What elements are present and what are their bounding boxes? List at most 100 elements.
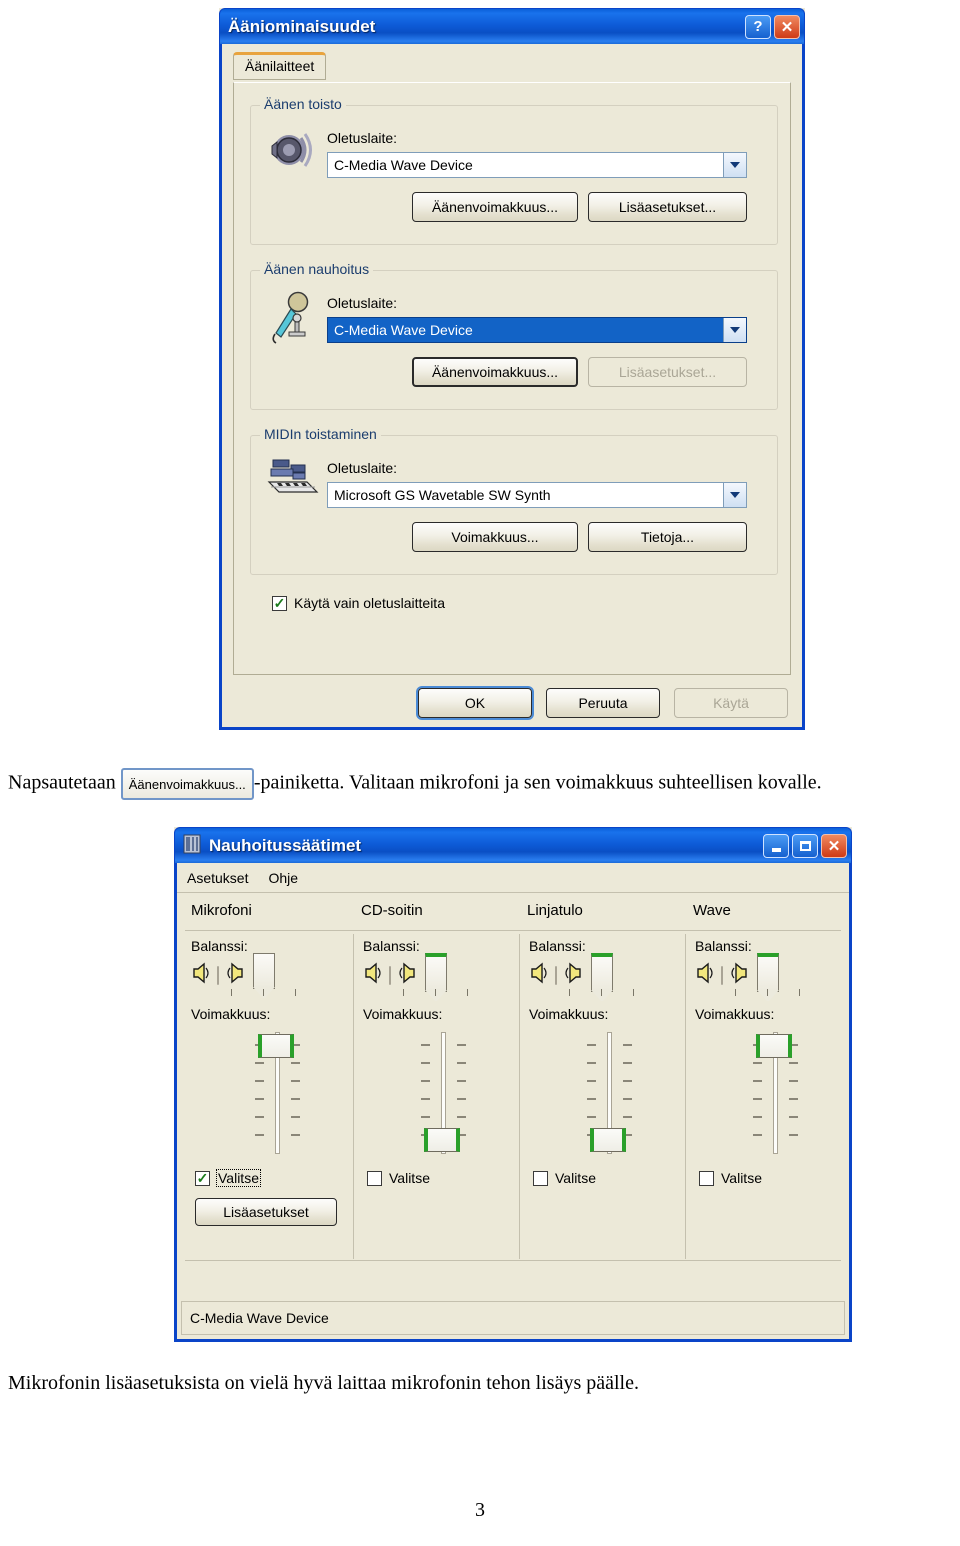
volume-tick [623, 1116, 632, 1118]
balance-tick [403, 988, 404, 996]
menu-item-settings[interactable]: Asetukset [187, 870, 248, 886]
volume-tick [623, 1098, 632, 1100]
playback-device-value: C-Media Wave Device [334, 157, 473, 173]
midi-about-button[interactable]: Tietoja... [588, 522, 747, 552]
ok-button[interactable]: OK [418, 688, 532, 718]
channel-select-checkbox-0[interactable]: ✓ Valitse [195, 1169, 261, 1187]
tab-audio-devices[interactable]: Äänilaitteet [233, 52, 327, 80]
balance-slider[interactable] [363, 952, 468, 1001]
volume-thumb[interactable] [590, 1128, 626, 1152]
checkbox-box[interactable] [533, 1170, 548, 1186]
volume-thumb[interactable] [756, 1034, 792, 1058]
balance-tick [467, 988, 468, 996]
use-only-default-devices-checkbox[interactable]: ✓ Käytä vain oletuslaitteita [272, 595, 445, 611]
page-number: 3 [0, 1499, 960, 1522]
titlebar-button-group: ? ✕ [745, 14, 800, 39]
midi-volume-button[interactable]: Voimakkuus... [412, 522, 578, 552]
channel-header-0: Mikrofoni [191, 902, 252, 919]
column-separator [519, 934, 520, 1259]
midi-device-value: Microsoft GS Wavetable SW Synth [334, 487, 551, 503]
volume-tick [789, 1116, 798, 1118]
channel-select-checkbox-3[interactable]: Valitse [699, 1170, 762, 1186]
checkbox-box[interactable] [367, 1170, 382, 1186]
help-icon[interactable]: ? [745, 14, 771, 39]
volume-tick [291, 1062, 300, 1064]
dialog-title: Ääniominaisuudet [228, 16, 376, 36]
volume-slider[interactable] [247, 1032, 307, 1154]
mixer-advanced-button[interactable]: Lisäasetukset [195, 1198, 337, 1226]
close-icon[interactable]: ✕ [821, 833, 847, 858]
checkbox-box[interactable] [699, 1170, 714, 1186]
mixer-titlebar[interactable]: Nauhoitussäätimet ✕ [174, 827, 852, 863]
balance-thumb[interactable] [591, 952, 613, 1001]
volume-tick [255, 1098, 264, 1100]
dialog-titlebar[interactable]: Ääniominaisuudet ? ✕ [219, 8, 805, 44]
maximize-icon[interactable] [792, 833, 818, 858]
sound-properties-dialog: Ääniominaisuudet ? ✕ Äänilaitteet Äänen … [219, 8, 805, 730]
channel-header-1: CD-soitin [361, 902, 423, 919]
mixer-menubar: Asetukset Ohje [177, 863, 849, 893]
paragraph-one-after: -painiketta. Valitaan mikrofoni ja sen v… [253, 771, 822, 794]
column-separator [353, 934, 354, 1259]
playback-device-combo[interactable]: C-Media Wave Device [327, 152, 747, 178]
balance-tick [263, 988, 264, 996]
menu-item-help[interactable]: Ohje [268, 870, 298, 886]
volume-tick [457, 1116, 466, 1118]
recording-advanced-button: Lisäasetukset... [588, 357, 747, 387]
channel-select-checkbox-1[interactable]: Valitse [367, 1170, 430, 1186]
chevron-down-icon[interactable] [723, 483, 746, 507]
close-icon[interactable]: ✕ [774, 14, 800, 39]
inline-volume-button: Äänenvoimakkuus... [120, 768, 254, 800]
recording-volume-button[interactable]: Äänenvoimakkuus... [412, 357, 578, 387]
header-divider [185, 930, 841, 931]
playback-volume-button[interactable]: Äänenvoimakkuus... [412, 192, 578, 222]
volume-tick [457, 1044, 466, 1046]
balance-label: Balanssi: [695, 938, 752, 954]
balance-thumb[interactable] [253, 952, 275, 998]
balance-track[interactable] [555, 965, 557, 985]
balance-tick [601, 988, 602, 996]
midi-device-combo[interactable]: Microsoft GS Wavetable SW Synth [327, 482, 747, 508]
recording-device-combo[interactable]: C-Media Wave Device [327, 317, 747, 343]
volume-slider[interactable] [413, 1032, 473, 1154]
volume-thumb[interactable] [258, 1034, 294, 1058]
volume-tick [421, 1080, 430, 1082]
mixer-icon [183, 834, 201, 859]
balance-thumb[interactable] [425, 952, 447, 1001]
column-separator [685, 934, 686, 1259]
volume-tick [587, 1098, 596, 1100]
volume-tick [255, 1134, 264, 1136]
volume-tick [291, 1098, 300, 1100]
balance-track[interactable] [721, 965, 723, 985]
balance-slider[interactable] [695, 952, 800, 1001]
checkbox-label: Valitse [555, 1170, 596, 1186]
balance-tick [633, 988, 634, 996]
speaker-right-icon [225, 962, 245, 989]
checkbox-box[interactable]: ✓ [272, 595, 287, 611]
chevron-down-icon[interactable] [723, 153, 746, 177]
balance-slider[interactable] [191, 952, 296, 998]
checkbox-box[interactable]: ✓ [195, 1170, 210, 1186]
balance-tick [231, 988, 232, 996]
balance-track[interactable] [217, 965, 219, 985]
volume-tick [587, 1116, 596, 1118]
volume-label: Voimakkuus: [695, 1006, 775, 1022]
balance-slider[interactable] [529, 952, 634, 1001]
balance-label: Balanssi: [363, 938, 420, 954]
minimize-icon[interactable] [763, 833, 789, 858]
volume-thumb[interactable] [424, 1128, 460, 1152]
playback-group-legend: Äänen toisto [260, 96, 346, 112]
apply-button: Käytä [674, 688, 788, 718]
volume-slider[interactable] [579, 1032, 639, 1154]
channel-select-checkbox-2[interactable]: Valitse [533, 1170, 596, 1186]
balance-thumb[interactable] [757, 952, 779, 1001]
speaker-right-icon [729, 962, 749, 989]
playback-device-label: Oletuslaite: [327, 130, 398, 146]
volume-tick [421, 1116, 430, 1118]
chevron-down-icon[interactable] [723, 318, 746, 342]
cancel-button[interactable]: Peruuta [546, 688, 660, 718]
playback-advanced-button[interactable]: Lisäasetukset... [588, 192, 747, 222]
balance-track[interactable] [389, 965, 391, 985]
volume-slider[interactable] [745, 1032, 805, 1154]
page-number-value: 3 [475, 1499, 485, 1521]
